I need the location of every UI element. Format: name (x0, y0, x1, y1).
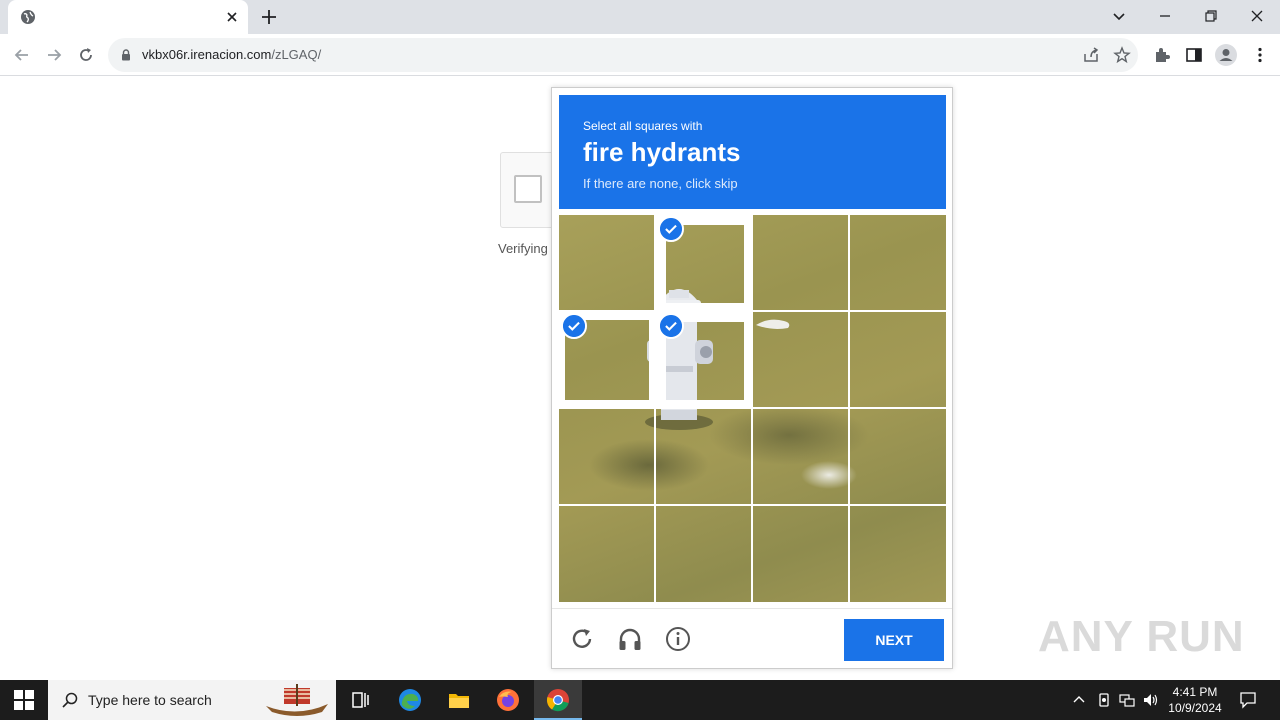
bookmark-star-icon[interactable] (1113, 46, 1131, 64)
grid-cell-r0c2[interactable] (753, 215, 849, 311)
side-panel-icon[interactable] (1185, 46, 1203, 64)
browser-toolbar: vkbx06r.irenacion.com/zLGAQ/ (0, 34, 1280, 76)
taskbar-search-box[interactable]: Type here to search (48, 680, 336, 720)
task-view-icon (352, 692, 369, 708)
address-bar[interactable]: vkbx06r.irenacion.com/zLGAQ/ (108, 38, 1138, 72)
globe-icon (21, 10, 35, 24)
grid-cell-r2c2[interactable] (753, 409, 849, 505)
grid-cell-r0c3[interactable] (850, 215, 946, 311)
extensions-icon[interactable] (1153, 46, 1171, 64)
captcha-image-grid (559, 215, 946, 602)
forward-icon[interactable] (44, 45, 64, 65)
url-text[interactable]: vkbx06r.irenacion.com/zLGAQ/ (142, 47, 321, 62)
refresh-icon[interactable] (569, 626, 595, 652)
system-clock[interactable]: 4:41 PM 10/9/2024 (1162, 684, 1228, 716)
grid-cell-r3c0[interactable] (559, 506, 655, 602)
taskbar-file-explorer[interactable] (435, 680, 483, 720)
selected-check-icon (561, 313, 587, 339)
grid-cell-r3c1[interactable] (656, 506, 752, 602)
restore-icon[interactable] (1201, 6, 1221, 26)
folder-icon (449, 694, 469, 708)
tab-strip (0, 0, 1280, 34)
grid-cell-r3c2[interactable] (753, 506, 849, 602)
captcha-header: Select all squares with fire hydrants If… (559, 95, 946, 209)
search-placeholder: Type here to search (88, 692, 212, 708)
clock-date: 10/9/2024 (1168, 701, 1222, 715)
grid-divider (559, 504, 946, 506)
browser-tab[interactable] (8, 0, 248, 34)
windows-taskbar: Type here to search 4:41 PM 10/9/2024 (0, 680, 1280, 720)
firefox-icon (497, 689, 519, 711)
share-icon[interactable] (1082, 46, 1100, 64)
tab-search-icon[interactable] (1109, 6, 1129, 26)
grid-cell-r2c0[interactable] (559, 409, 655, 505)
close-window-icon[interactable] (1247, 6, 1267, 26)
lock-icon[interactable] (120, 49, 132, 61)
selected-check-icon (658, 216, 684, 242)
watermark-logo: ANY RUN (1038, 612, 1245, 661)
grid-cell-r0c0[interactable] (559, 215, 655, 311)
viking-ship-icon (266, 684, 328, 716)
captcha-prompt: Select all squares with (583, 119, 703, 133)
taskbar-edge[interactable] (386, 680, 434, 720)
grid-cell-r2c3[interactable] (850, 409, 946, 505)
verify-checkbox[interactable] (514, 175, 542, 203)
next-button[interactable]: NEXT (844, 619, 944, 661)
profile-avatar-icon[interactable] (1215, 44, 1237, 66)
search-icon (62, 692, 78, 708)
task-view-button[interactable] (336, 680, 384, 720)
chrome-icon (546, 689, 569, 712)
grid-cell-r1c2[interactable] (753, 312, 849, 408)
clock-time: 4:41 PM (1172, 685, 1218, 699)
info-icon[interactable] (665, 626, 691, 652)
reload-icon[interactable] (76, 45, 96, 65)
windows-start-icon[interactable] (14, 690, 34, 710)
grid-cell-r3c3[interactable] (850, 506, 946, 602)
audio-headphones-icon[interactable] (617, 626, 643, 652)
menu-kebab-icon[interactable] (1251, 46, 1269, 64)
edge-icon (399, 689, 421, 711)
grid-cell-r1c3[interactable] (850, 312, 946, 408)
notification-icon[interactable] (1239, 691, 1257, 709)
minimize-icon[interactable] (1155, 6, 1175, 26)
new-tab-icon[interactable] (260, 8, 278, 26)
taskbar-firefox[interactable] (484, 680, 532, 720)
back-icon[interactable] (12, 45, 32, 65)
verifying-text: Verifying (498, 241, 548, 256)
captcha-footer: NEXT (552, 608, 952, 668)
tray-chevron-up-icon[interactable] (1071, 692, 1087, 708)
selected-check-icon (658, 313, 684, 339)
taskbar-chrome[interactable] (534, 680, 582, 720)
captcha-target: fire hydrants (583, 137, 741, 167)
tray-device-icon[interactable] (1096, 692, 1112, 708)
captcha-hint: If there are none, click skip (583, 176, 738, 191)
network-icon[interactable] (1119, 692, 1135, 708)
volume-icon[interactable] (1142, 692, 1158, 708)
grid-cell-r2c1[interactable] (656, 409, 752, 505)
captcha-challenge: Select all squares with fire hydrants If… (551, 87, 953, 669)
close-tab-icon[interactable] (224, 9, 240, 25)
